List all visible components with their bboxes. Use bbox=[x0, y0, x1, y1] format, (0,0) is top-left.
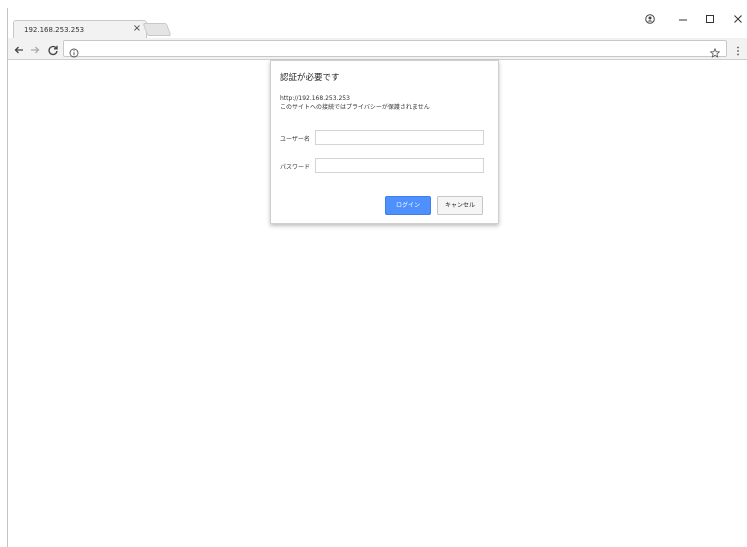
back-arrow-icon[interactable] bbox=[12, 41, 26, 55]
menu-icon[interactable] bbox=[735, 42, 741, 61]
username-label: ユーザー名 bbox=[280, 136, 310, 143]
privacy-warning: このサイトへの接続ではプライバシーが保護されません bbox=[280, 104, 430, 111]
dialog-title: 認証が必要です bbox=[280, 73, 340, 83]
address-bar[interactable] bbox=[63, 40, 727, 58]
dialog-url: http://192.168.253.253 bbox=[280, 95, 350, 102]
profile-icon[interactable] bbox=[640, 11, 660, 27]
login-button[interactable]: ログイン bbox=[385, 196, 431, 215]
tab-strip: 192.168.253.253 × bbox=[8, 8, 747, 39]
browser-window: 192.168.253.253 × 認証が必要です http://192.168… bbox=[7, 8, 747, 547]
auth-dialog: 認証が必要です http://192.168.253.253 このサイトへの接続… bbox=[270, 60, 499, 224]
browser-tab[interactable]: 192.168.253.253 × bbox=[13, 20, 147, 39]
toolbar bbox=[8, 38, 747, 60]
minimize-icon[interactable] bbox=[673, 11, 693, 27]
info-icon[interactable] bbox=[69, 43, 79, 62]
username-input[interactable] bbox=[315, 130, 484, 145]
tab-close-icon[interactable]: × bbox=[131, 23, 143, 35]
reload-icon[interactable] bbox=[46, 41, 60, 56]
password-input[interactable] bbox=[315, 158, 484, 173]
tab-title: 192.168.253.253 bbox=[24, 26, 85, 34]
cancel-button[interactable]: キャンセル bbox=[437, 196, 483, 215]
close-window-icon[interactable] bbox=[728, 11, 747, 27]
star-icon[interactable] bbox=[709, 43, 721, 62]
password-label: パスワード bbox=[280, 164, 311, 171]
new-tab-button[interactable] bbox=[142, 23, 172, 36]
maximize-icon[interactable] bbox=[700, 11, 720, 27]
forward-arrow-icon[interactable] bbox=[28, 41, 42, 55]
